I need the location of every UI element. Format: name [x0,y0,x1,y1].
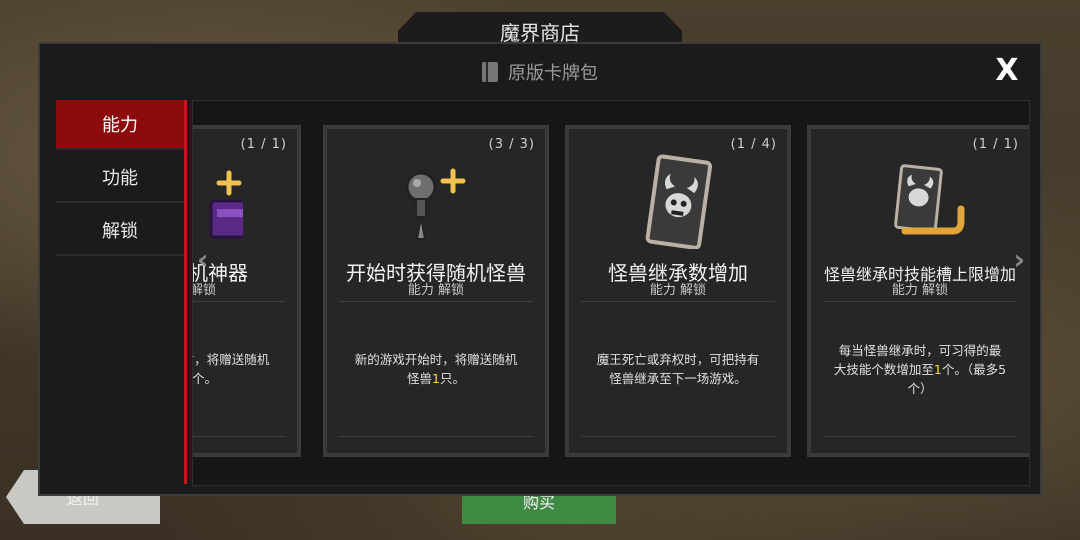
card-description-box: 每当怪兽继承时，可习得的最大技能个数增加至1个。（最多5个） [823,301,1017,437]
demon-card-arrow-icon [811,153,1029,249]
scroll-left-arrow-icon[interactable]: ‹ [197,243,209,276]
pin-plus-icon [327,153,545,249]
card-description: 新的游戏开始时，将赠送随机神器1个。 [192,352,270,386]
card-type: 能力 解锁 [649,283,707,298]
shop-card[interactable]: (1 / 1) 怪兽继承时技能槽上限增加 能力 解锁 每当怪兽继承时，可习得的最… [807,125,1029,457]
card-description-box: 新的游戏开始时，将赠送随机怪兽1只。 [339,301,533,437]
card-count: (1 / 1) [240,137,287,152]
sidebar-item-label: 能力 [102,115,138,136]
category-sidebar: 能力 功能 解锁 [56,100,187,484]
scroll-right-arrow-icon[interactable]: › [1013,243,1025,276]
card-count: (3 / 3) [488,137,535,152]
card-pack-icon [482,62,498,82]
card-description-box: 新的游戏开始时，将赠送随机神器1个。 [192,301,285,437]
card-type: 能力 解锁 [407,283,465,298]
purple-artifact-plus-icon [193,153,297,249]
sidebar-item-ability[interactable]: 能力 [56,100,184,150]
card-description: 每当怪兽继承时，可习得的最大技能个数增加至1个。（最多5个） [833,342,1007,396]
close-button[interactable]: X [992,56,1022,86]
card-description-box: 魔王死亡或弃权时，可把持有怪兽继承至下一场游戏。 [581,301,775,437]
card-count: (1 / 4) [730,137,777,152]
shop-card[interactable]: (3 / 3) 开始时获得随机怪兽 能力 解锁 新的游戏开始时，将赠送随机怪兽1… [323,125,549,457]
dialog-header: 原版卡牌包 [40,44,1040,100]
sidebar-item-function[interactable]: 功能 [56,153,184,203]
card-carousel[interactable]: (1 / 1) 获得随机神器 能力 解锁 新的游戏开始时，将赠送随机神器1个。 … [192,100,1030,486]
card-count: (1 / 1) [972,137,1019,152]
card-type: 能力 解锁 [192,283,217,298]
shop-card[interactable]: (1 / 1) 获得随机神器 能力 解锁 新的游戏开始时，将赠送随机神器1个。 [192,125,301,457]
card-pack-dialog: 原版卡牌包 X 能力 功能 解锁 (1 / 1) 获得随机神器 能力 解锁 [38,42,1042,496]
sidebar-item-unlock[interactable]: 解锁 [56,206,184,256]
shop-card[interactable]: (1 / 4) 怪兽继承数增加 能力 解锁 魔王死亡或弃权时，可把持有怪兽继承至… [565,125,791,457]
card-description: 新的游戏开始时，将赠送随机怪兽1只。 [354,352,518,386]
dialog-title: 原版卡牌包 [508,63,598,84]
demon-card-icon [569,153,787,249]
sidebar-item-label: 功能 [102,168,138,189]
sidebar-item-label: 解锁 [102,221,138,242]
card-description: 魔王死亡或弃权时，可把持有怪兽继承至下一场游戏。 [596,352,760,386]
card-type: 能力 解锁 [891,283,949,298]
